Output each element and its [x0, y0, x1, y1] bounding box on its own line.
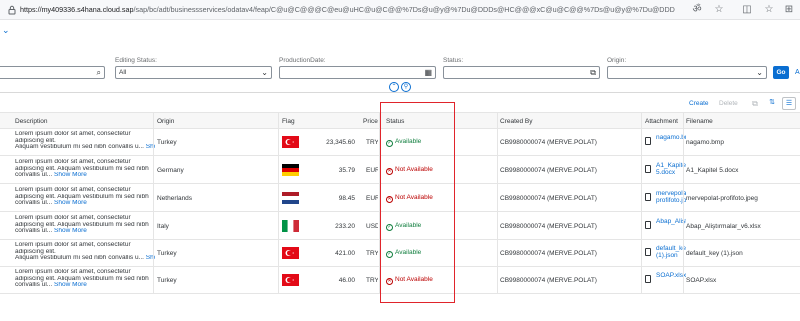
created-by-cell: CB9980000074 (MERVE.POLAT) [500, 195, 597, 202]
document-icon [645, 165, 651, 173]
currency-cell: USD [366, 223, 378, 230]
col-flag[interactable]: Flag [282, 118, 295, 125]
editing-status-label: Editing Status: [115, 57, 157, 64]
filename-cell: A1_Kapitel 5.docx [686, 167, 739, 174]
search-input[interactable]: ⌕ [0, 66, 105, 79]
production-date-label: ProductionDate: [279, 57, 326, 64]
column-divider [683, 112, 684, 294]
origin-cell: Netherlands [157, 195, 193, 202]
price-cell: 421.00 [335, 250, 355, 257]
translate-icon[interactable]: ॐ [690, 3, 704, 17]
collections-icon[interactable]: ⊞ [782, 3, 796, 17]
created-by-cell: CB9980000074 (MERVE.POLAT) [500, 250, 597, 257]
url-field[interactable]: https://my409336.s4hana.cloud.sap/sap/bc… [20, 5, 675, 14]
price-cell: 233.20 [335, 223, 355, 230]
show-more-link[interactable]: Show More [54, 200, 87, 206]
show-more-link[interactable]: Show More [54, 172, 87, 178]
status-filter-input[interactable]: ⧉ [443, 66, 600, 79]
origin-filter-label: Origin: [607, 57, 627, 64]
filename-cell: mervepolat-profifoto.jpeg [686, 195, 758, 202]
create-button[interactable]: Create [689, 100, 709, 108]
document-icon [645, 221, 651, 229]
description-cell: Lorem ipsum dolor sit amet, consectetur a… [15, 242, 155, 262]
chevron-down-icon: ⌄ [261, 68, 268, 77]
col-description[interactable]: Description [15, 118, 48, 125]
browser-address-bar: https://my409336.s4hana.cloud.sap/sap/bc… [0, 0, 800, 20]
delete-button[interactable]: Delete [719, 100, 738, 108]
collapse-header-button[interactable]: ⌃ [389, 82, 399, 92]
currency-cell: EUR [366, 195, 378, 202]
currency-cell: TRY [366, 139, 378, 146]
production-date-input[interactable]: ▦ [279, 66, 436, 79]
col-origin[interactable]: Origin [157, 118, 174, 125]
show-more-link[interactable]: Show More [54, 282, 87, 288]
currency-cell: TRY [366, 277, 378, 284]
search-icon: ⌕ [96, 68, 101, 77]
column-divider [497, 112, 498, 294]
origin-filter-select[interactable]: ⌄ [607, 66, 767, 79]
description-cell: Lorem ipsum dolor sit amet, consectetur a… [15, 131, 155, 151]
description-cell: Lorem ipsum dolor sit amet, consectetur a… [15, 269, 149, 289]
col-created-by[interactable]: Created By [500, 118, 533, 125]
col-attachment[interactable]: Attachment [645, 118, 678, 125]
price-cell: 46.00 [338, 277, 355, 284]
chevron-down-icon[interactable]: ⌄ [2, 26, 12, 35]
adapt-filters-link[interactable]: A [795, 66, 800, 79]
column-divider [278, 112, 279, 294]
status-filter-label: Status: [443, 57, 464, 64]
created-by-cell: CB9980000074 (MERVE.POLAT) [500, 167, 597, 174]
currency-cell: EUR [366, 167, 378, 174]
description-cell: Lorem ipsum dolor sit amet, consectetur a… [15, 215, 149, 235]
filename-cell: nagamo.bmp [686, 139, 724, 146]
show-more-link[interactable]: Show More [54, 228, 87, 234]
highlight-box [380, 102, 455, 303]
description-cell: Lorem ipsum dolor sit amet, consectetur a… [15, 187, 149, 207]
document-icon [645, 275, 651, 283]
flag-germany-icon [282, 164, 299, 176]
origin-cell: Italy [157, 223, 169, 230]
created-by-cell: CB9980000074 (MERVE.POLAT) [500, 223, 597, 230]
column-divider [641, 112, 642, 294]
flag-turkey-icon [282, 274, 299, 286]
header-separator [0, 92, 800, 93]
col-price[interactable]: Price [363, 118, 378, 125]
origin-cell: Turkey [157, 139, 177, 146]
chevron-down-icon: ⌄ [756, 68, 763, 77]
calendar-icon[interactable]: ▦ [424, 67, 432, 78]
flag-netherlands-icon [282, 192, 299, 204]
filename-cell: SOAP.xlsx [686, 277, 717, 284]
settings-icon[interactable]: ☰ [782, 97, 796, 110]
go-button[interactable]: Go [773, 66, 789, 79]
pin-header-button[interactable]: ⚲ [401, 82, 411, 92]
flag-turkey-icon [282, 136, 299, 148]
column-divider [153, 112, 154, 294]
description-cell: Lorem ipsum dolor sit amet, consectetur a… [15, 159, 149, 179]
currency-cell: TRY [366, 250, 378, 257]
created-by-cell: CB9980000074 (MERVE.POLAT) [500, 277, 597, 284]
star-icon[interactable]: ☆ [712, 3, 726, 17]
flag-italy-icon [282, 220, 299, 232]
price-cell: 98.45 [338, 195, 355, 202]
lock-icon[interactable] [6, 4, 18, 16]
filename-cell: default_key (1).json [686, 250, 743, 257]
document-icon [645, 248, 651, 256]
created-by-cell: CB9980000074 (MERVE.POLAT) [500, 139, 597, 146]
copy-icon[interactable]: ⧉ [748, 97, 762, 111]
document-icon [645, 193, 651, 201]
price-cell: 35.79 [338, 167, 355, 174]
origin-cell: Turkey [157, 250, 177, 257]
origin-cell: Turkey [157, 277, 177, 284]
col-filename[interactable]: Filename [686, 118, 713, 125]
filename-cell: Abap_Aliştırmalar_v6.xlsx [686, 223, 761, 230]
price-cell: 23,345.60 [326, 139, 355, 146]
split-icon[interactable]: ◫ [740, 3, 754, 17]
value-help-icon[interactable]: ⧉ [590, 67, 596, 78]
document-icon [645, 137, 651, 145]
flag-turkey-icon [282, 247, 299, 259]
favorites-icon[interactable]: ☆ [762, 3, 776, 17]
sort-icon[interactable]: ⇅ [765, 97, 779, 110]
origin-cell: Germany [157, 167, 184, 174]
editing-status-select[interactable]: All ⌄ [115, 66, 272, 79]
